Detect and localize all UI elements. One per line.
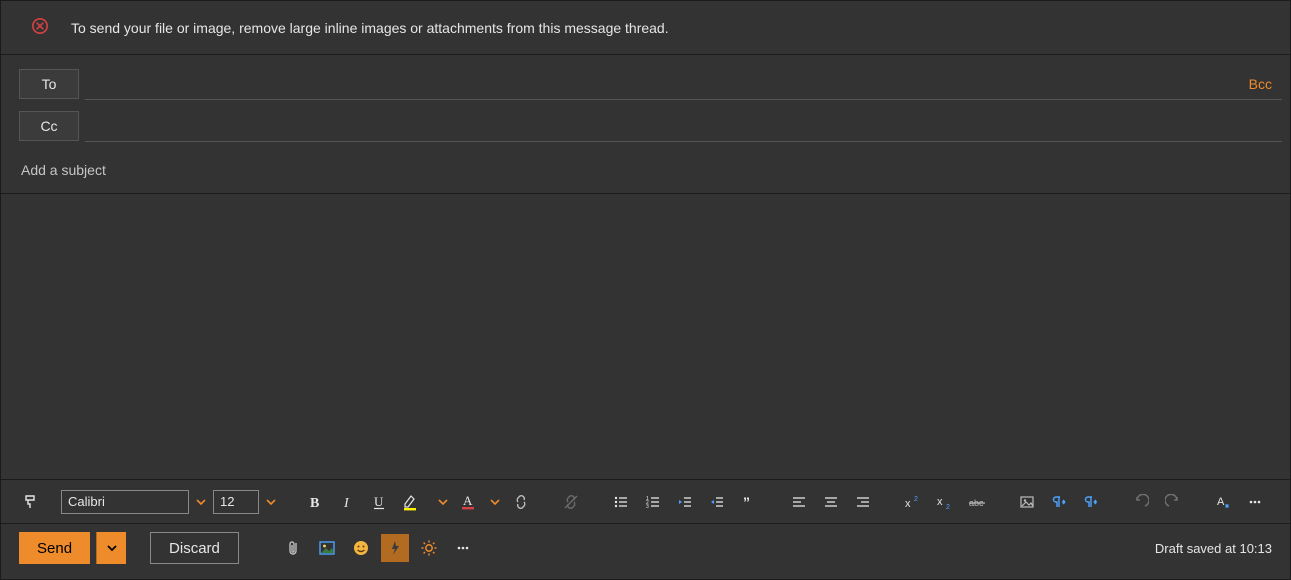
font-name-input[interactable]: [61, 490, 189, 514]
font-size-dropdown[interactable]: [263, 490, 279, 514]
draft-saved-status: Draft saved at 10:13: [1155, 541, 1280, 556]
svg-text:2: 2: [914, 496, 918, 503]
quote-button[interactable]: ”: [735, 488, 763, 516]
to-button[interactable]: To: [19, 69, 79, 99]
redo-button[interactable]: [1159, 488, 1187, 516]
svg-text:I: I: [343, 496, 350, 510]
to-input[interactable]: [85, 68, 1282, 100]
send-button[interactable]: Send: [19, 532, 90, 564]
font-size-input[interactable]: [213, 490, 259, 514]
cc-button-label: Cc: [40, 118, 57, 134]
error-icon: [31, 17, 49, 38]
bold-button[interactable]: B: [301, 488, 329, 516]
cc-row: Cc: [19, 105, 1282, 147]
message-body[interactable]: [1, 194, 1290, 480]
svg-text:U: U: [374, 494, 384, 509]
notification-bar: To send your file or image, remove large…: [1, 1, 1290, 55]
svg-text:A: A: [463, 493, 473, 508]
italic-button[interactable]: I: [333, 488, 361, 516]
subject-input[interactable]: [19, 161, 1272, 179]
emoji-button[interactable]: [347, 534, 375, 562]
numbered-list-button[interactable]: 123: [639, 488, 667, 516]
bulleted-list-button[interactable]: [607, 488, 635, 516]
send-options-dropdown[interactable]: [96, 532, 126, 564]
subscript-button[interactable]: x2: [931, 488, 959, 516]
clear-formatting-button[interactable]: A: [1209, 488, 1237, 516]
increase-indent-button[interactable]: [703, 488, 731, 516]
remove-link-button[interactable]: [557, 488, 585, 516]
highlight-color-dropdown[interactable]: [435, 490, 451, 514]
svg-text:x: x: [937, 496, 943, 508]
svg-text:x: x: [905, 498, 911, 510]
highlight-color-button[interactable]: [397, 488, 431, 516]
format-toolbar: B I U A 123 ” x2: [1, 480, 1290, 524]
svg-text:3: 3: [646, 504, 649, 510]
strikethrough-button[interactable]: abc: [963, 488, 991, 516]
cc-input[interactable]: [85, 110, 1282, 142]
font-name-dropdown[interactable]: [193, 490, 209, 514]
svg-text:”: ”: [743, 494, 750, 510]
decrease-indent-button[interactable]: [671, 488, 699, 516]
recipients-section: To Bcc Cc: [1, 55, 1290, 147]
action-toolbar: Send Discard Draft saved at 10:13: [1, 524, 1290, 572]
undo-button[interactable]: [1127, 488, 1155, 516]
font-color-button[interactable]: A: [455, 488, 483, 516]
notification-text: To send your file or image, remove large…: [71, 20, 669, 36]
align-right-button[interactable]: [849, 488, 877, 516]
subject-row: [1, 155, 1290, 194]
rtl-button[interactable]: [1077, 488, 1105, 516]
superscript-button[interactable]: x2: [899, 488, 927, 516]
align-left-button[interactable]: [785, 488, 813, 516]
format-painter-button[interactable]: [17, 488, 45, 516]
format-more-button[interactable]: [1241, 488, 1269, 516]
align-center-button[interactable]: [817, 488, 845, 516]
font-color-dropdown[interactable]: [487, 490, 503, 514]
send-button-label: Send: [37, 540, 72, 557]
bcc-button[interactable]: Bcc: [1249, 76, 1272, 92]
action-more-button[interactable]: [449, 534, 477, 562]
svg-text:A: A: [1217, 496, 1225, 508]
toggle-dark-mode-button[interactable]: [415, 534, 443, 562]
to-button-label: To: [42, 76, 57, 92]
ltr-button[interactable]: [1045, 488, 1073, 516]
svg-text:2: 2: [946, 504, 950, 510]
insert-picture-inline-button[interactable]: [1013, 488, 1041, 516]
insert-picture-button[interactable]: [313, 534, 341, 562]
attach-file-button[interactable]: [279, 534, 307, 562]
discard-button-label: Discard: [169, 540, 220, 557]
cc-button[interactable]: Cc: [19, 111, 79, 141]
svg-text:B: B: [310, 496, 319, 510]
underline-button[interactable]: U: [365, 488, 393, 516]
insert-link-button[interactable]: [507, 488, 535, 516]
discard-button[interactable]: Discard: [150, 532, 239, 564]
giphy-button[interactable]: [381, 534, 409, 562]
to-row: To Bcc: [19, 63, 1282, 105]
